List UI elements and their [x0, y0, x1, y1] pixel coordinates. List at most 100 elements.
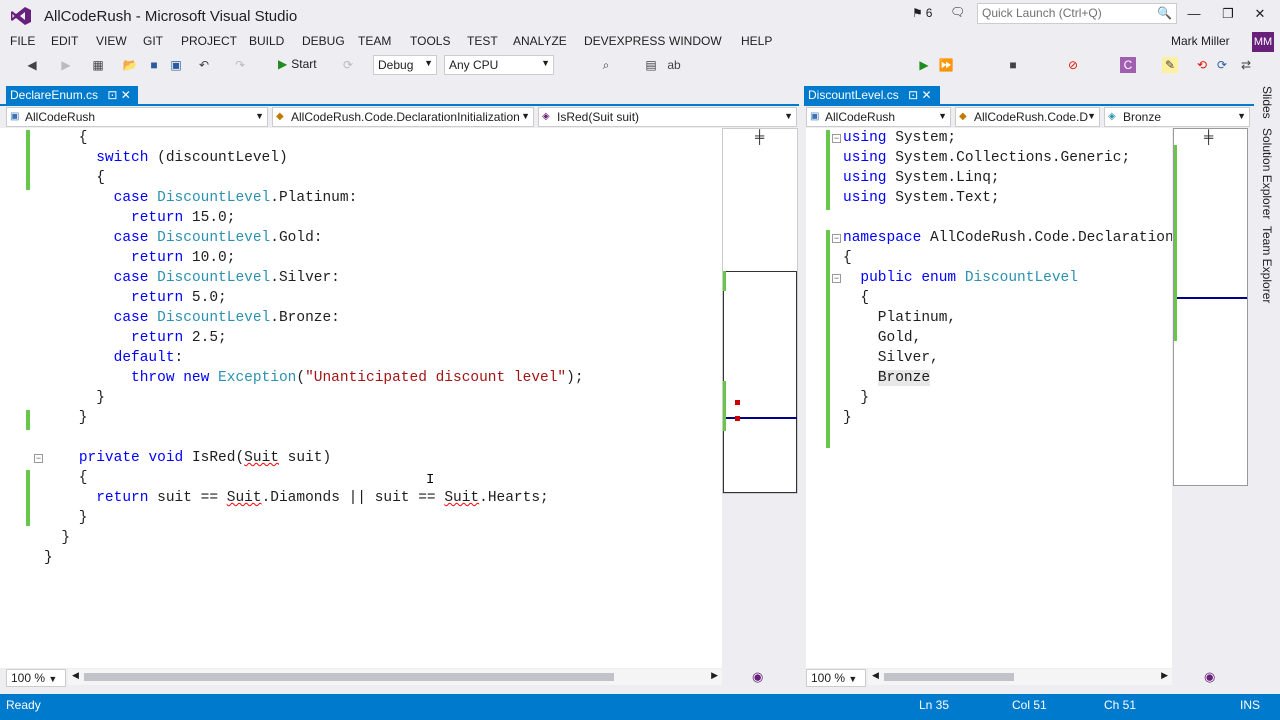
save-all-icon[interactable]: ▣	[168, 57, 184, 73]
menu-debug[interactable]: DEBUG	[302, 34, 345, 48]
standard-toolbar: ◀ ▶ ▦ 📂 ■ ▣ ↶ ↷ ⟳ ⌕ ▤ ab ▶ ⏩ ■ ⊘ C ✎ ⟲ ⟳…	[0, 53, 1280, 78]
quick-launch-input[interactable]: Quick Launch (Ctrl+Q) 🔍	[977, 3, 1177, 24]
right-code-editor[interactable]: − − − using System; using System.Collecti…	[806, 128, 1172, 668]
change-marker	[826, 130, 830, 210]
left-zoom-dropdown[interactable]: 100 % ▼	[6, 669, 66, 687]
menu-tools[interactable]: TOOLS	[410, 34, 450, 48]
chevron-down-icon: ▼	[848, 674, 858, 684]
type-nav-dropdown[interactable]: ◆ AllCodeRush.Code.DeclarationInitializat…	[272, 107, 534, 127]
csharp-project-icon: ▣	[10, 111, 20, 122]
feedback-icon[interactable]: 🗨	[950, 5, 965, 19]
menu-git[interactable]: GIT	[143, 34, 163, 48]
close-icon[interactable]: ✕	[921, 88, 931, 102]
pin-icon[interactable]: ⊡	[107, 88, 117, 102]
restore-button[interactable]: ❐	[1215, 6, 1241, 22]
toolbar-icon-1[interactable]: ▤	[643, 57, 659, 73]
menu-build[interactable]: BUILD	[249, 34, 284, 48]
menu-help[interactable]: HELP	[741, 34, 772, 48]
change-marker	[1174, 145, 1177, 341]
menu-view[interactable]: VIEW	[96, 34, 127, 48]
refresh-red-icon[interactable]: ⟲	[1194, 57, 1210, 73]
left-code-text[interactable]: { switch (discountLevel) { case Discount…	[44, 128, 584, 568]
change-marker	[26, 470, 30, 526]
collapse-icon[interactable]: −	[832, 234, 841, 243]
right-horizontal-scrollbar[interactable]: ◀ ▶	[868, 669, 1172, 685]
minimize-button[interactable]: —	[1181, 6, 1207, 21]
left-minimap[interactable]: ╪	[722, 128, 798, 494]
new-project-icon[interactable]: ▦	[90, 57, 106, 73]
right-minimap[interactable]: ╪	[1173, 128, 1248, 486]
error-marker	[735, 400, 740, 405]
redo-icon[interactable]: ↷	[232, 57, 248, 73]
editor-splitter[interactable]	[799, 86, 804, 686]
run-fast-icon[interactable]: ⏩	[938, 57, 954, 73]
collapse-icon[interactable]: −	[34, 454, 43, 463]
codelens-icon[interactable]: ◉	[752, 669, 763, 685]
run-icon[interactable]: ▶	[916, 57, 932, 73]
error-marker	[735, 416, 740, 421]
quick-launch-placeholder: Quick Launch (Ctrl+Q)	[982, 6, 1102, 20]
close-icon[interactable]: ✕	[121, 88, 131, 102]
project-nav-dropdown[interactable]: ▣ AllCodeRush ▼	[6, 107, 268, 127]
split-icon[interactable]: ╪	[1204, 129, 1213, 144]
right-code-text[interactable]: using System; using System.Collections.Ge…	[843, 128, 1172, 428]
cancel-icon[interactable]: ⊘	[1065, 57, 1081, 73]
sidebar-tab-slides[interactable]: Slides	[1260, 86, 1274, 119]
menu-test[interactable]: TEST	[467, 34, 498, 48]
start-button[interactable]: ▶ Start	[278, 57, 317, 71]
save-icon[interactable]: ■	[146, 57, 162, 73]
class-icon: ◆	[276, 111, 284, 122]
left-horizontal-scrollbar[interactable]: ◀ ▶	[68, 669, 722, 685]
platform-dropdown[interactable]: Any CPU ▼	[444, 55, 554, 75]
forward-icon[interactable]: ▶	[58, 57, 74, 73]
project-nav-value: AllCodeRush	[25, 110, 96, 124]
codelens-icon[interactable]: ◉	[1204, 669, 1215, 685]
right-zoom-dropdown[interactable]: 100 % ▼	[806, 669, 866, 687]
collapse-icon[interactable]: −	[832, 134, 841, 143]
menu-project[interactable]: PROJECT	[181, 34, 237, 48]
refresh-icon[interactable]: ⟳	[340, 57, 356, 73]
sidebar-tab-team-explorer[interactable]: Team Explorer	[1260, 226, 1274, 303]
tab-declareenum[interactable]: DeclareEnum.cs ⊡ ✕	[6, 86, 138, 105]
pin-icon[interactable]: ⊡	[908, 88, 918, 102]
tab-label: DeclareEnum.cs	[10, 88, 99, 102]
enum-member-icon: ◈	[1108, 111, 1116, 122]
status-bar: Ready Ln 35 Col 51 Ch 51 INS	[0, 694, 1280, 720]
chevron-down-icon: ▼	[541, 58, 550, 68]
sync-icon[interactable]: ⟳	[1214, 57, 1230, 73]
menu-analyze[interactable]: ANALYZE	[513, 34, 567, 48]
right-type-nav-dropdown[interactable]: ◆ AllCodeRush.Code.D ▼	[955, 107, 1100, 127]
minimap-viewport[interactable]	[723, 271, 797, 493]
devexpress-icon[interactable]: C	[1120, 57, 1136, 73]
notifications[interactable]: ⚑ 6	[912, 6, 932, 20]
tab-discountlevel[interactable]: DiscountLevel.cs ⊡ ✕	[804, 86, 940, 105]
menu-devexpress[interactable]: DEVEXPRESS	[584, 34, 665, 48]
highlight-icon[interactable]: ✎	[1162, 57, 1178, 73]
menu-file[interactable]: FILE	[10, 34, 35, 48]
platform-value: Any CPU	[449, 58, 499, 72]
member-nav-dropdown[interactable]: ◈ IsRed(Suit suit) ▼	[538, 107, 797, 127]
menu-team[interactable]: TEAM	[358, 34, 391, 48]
open-file-icon[interactable]: 📂	[122, 57, 138, 73]
chevron-down-icon: ▼	[938, 111, 947, 121]
back-icon[interactable]: ◀	[24, 57, 40, 73]
chevron-down-icon: ▼	[1237, 111, 1246, 121]
undo-icon[interactable]: ↶	[196, 57, 212, 73]
split-icon[interactable]: ╪	[755, 129, 764, 144]
avatar[interactable]: MM	[1252, 32, 1274, 52]
right-member-nav-dropdown[interactable]: ◈ Bronze ▼	[1104, 107, 1250, 127]
close-button[interactable]: ✕	[1247, 6, 1273, 22]
right-project-nav-dropdown[interactable]: ▣ AllCodeRush ▼	[806, 107, 951, 127]
find-icon[interactable]: ⌕	[598, 57, 614, 73]
spell-check-icon[interactable]: ab	[666, 57, 682, 73]
change-marker	[723, 271, 726, 291]
configuration-dropdown[interactable]: Debug ▼	[373, 55, 437, 75]
sidebar-tab-solution-explorer[interactable]: Solution Explorer	[1260, 128, 1274, 219]
status-line: Ln 35	[919, 698, 950, 712]
toolbar-icon-2[interactable]: ⇄	[1238, 57, 1254, 73]
user-name[interactable]: Mark Miller	[1171, 34, 1230, 48]
menu-edit[interactable]: EDIT	[51, 34, 78, 48]
menu-window[interactable]: WINDOW	[669, 34, 722, 48]
collapse-icon[interactable]: −	[832, 274, 841, 283]
stop-icon[interactable]: ■	[1005, 57, 1021, 73]
